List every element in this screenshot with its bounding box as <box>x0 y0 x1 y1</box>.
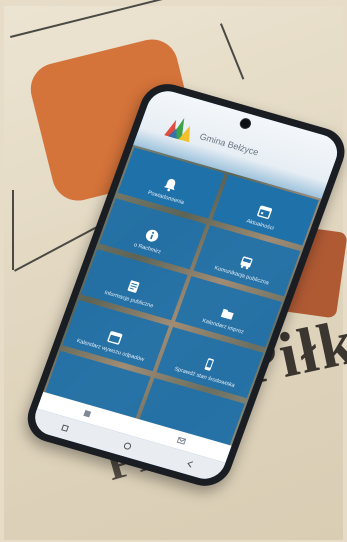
tile-label: Informacje publiczne <box>103 289 155 310</box>
app-title: Gmina Bełżyce <box>198 131 260 158</box>
bus-icon <box>240 256 253 270</box>
document-icon <box>127 280 140 293</box>
tile-label: Aktualności <box>245 218 275 232</box>
photo-scene: Piłku PIL Gmina Bełżyce <box>0 0 347 542</box>
phone-icon <box>204 358 214 371</box>
tile-label: Powiadomienia <box>146 190 185 206</box>
tile-label: Kalendarz imprez <box>201 318 245 336</box>
tile-label: o Rachmirz <box>132 242 162 256</box>
calendar-icon <box>107 331 123 345</box>
info-icon <box>145 229 159 242</box>
back-icon[interactable] <box>185 459 195 469</box>
recent-apps-icon[interactable] <box>59 423 69 433</box>
home-icon[interactable] <box>82 409 92 419</box>
calendar-icon <box>257 205 273 219</box>
home-button-icon[interactable] <box>122 441 132 451</box>
app-logo <box>164 117 190 143</box>
mail-icon[interactable] <box>176 436 187 446</box>
bell-icon <box>163 178 176 192</box>
cardboard-fold-line <box>12 190 14 270</box>
folder-icon <box>220 308 234 320</box>
